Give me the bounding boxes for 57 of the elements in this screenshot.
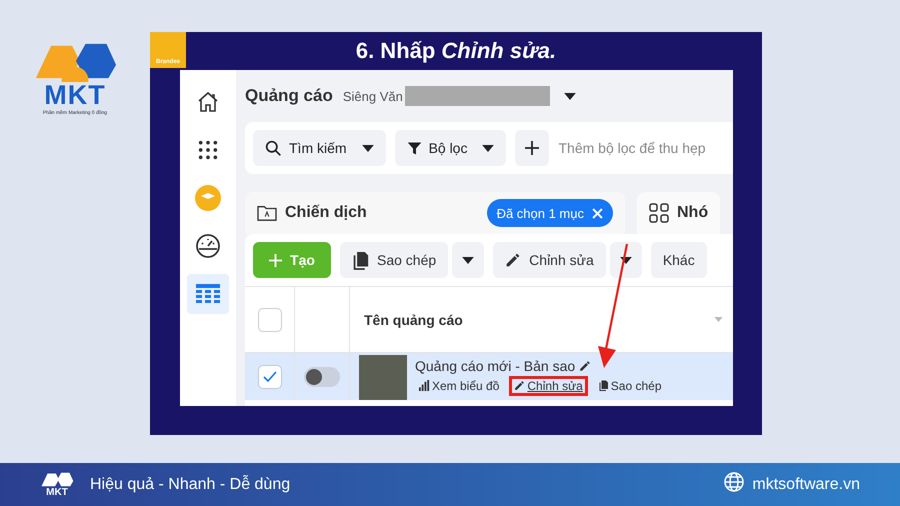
apps-grid-icon bbox=[197, 139, 219, 161]
edit-button[interactable]: Chỉnh sửa bbox=[493, 242, 606, 278]
copy-icon bbox=[352, 250, 369, 270]
account-selector[interactable]: Siêng Văn bbox=[342, 86, 576, 106]
filter-icon bbox=[406, 140, 422, 156]
filter-dropdown[interactable]: Bộ lọc bbox=[394, 130, 506, 166]
folder-icon bbox=[257, 204, 277, 222]
close-icon[interactable] bbox=[592, 208, 603, 218]
slide-title: 6. Nhấp Chỉnh sửa. bbox=[354, 37, 558, 64]
duplicate-button[interactable]: Sao chép bbox=[340, 242, 448, 278]
pencil-icon bbox=[579, 360, 592, 372]
row-checkbox[interactable] bbox=[258, 364, 282, 388]
search-dropdown[interactable]: Tìm kiếm bbox=[253, 130, 386, 166]
footer-logo: MKT bbox=[40, 471, 74, 498]
more-button[interactable]: Khác bbox=[650, 242, 707, 278]
chip-label: Đã chọn 1 mục bbox=[496, 206, 584, 220]
pencil-icon bbox=[505, 252, 522, 268]
toggle-switch[interactable] bbox=[304, 366, 340, 386]
tab-label: Chiến dịch bbox=[285, 204, 367, 222]
bar-chart-icon bbox=[419, 380, 430, 391]
plus-icon bbox=[269, 254, 282, 266]
row-link[interactable]: Sao chép bbox=[594, 376, 666, 394]
copy-icon bbox=[598, 380, 609, 391]
select-all-checkbox[interactable] bbox=[258, 308, 282, 332]
column-header[interactable]: Tên quảng cáo bbox=[364, 312, 463, 328]
sort-caret-icon bbox=[714, 317, 723, 322]
avatar-icon bbox=[195, 185, 221, 211]
website-link[interactable]: mktsoftware.vn bbox=[752, 476, 860, 494]
caret-icon bbox=[564, 92, 576, 100]
caret-icon bbox=[482, 144, 494, 152]
page-title: Quảng cáo bbox=[245, 86, 333, 106]
gauge-icon bbox=[195, 233, 221, 259]
checkmark-icon bbox=[262, 370, 276, 382]
home-icon bbox=[196, 90, 220, 114]
pencil-icon bbox=[514, 380, 526, 391]
filter-input[interactable]: Thêm bộ lọc để thu hẹp bbox=[558, 140, 728, 156]
dropdown-button[interactable] bbox=[452, 242, 484, 278]
four-squares-icon bbox=[649, 203, 669, 223]
logo-text: MKT bbox=[44, 82, 106, 108]
caret-icon bbox=[362, 144, 374, 152]
dropdown-button[interactable] bbox=[610, 242, 642, 278]
selection-chip[interactable]: Đã chọn 1 mục bbox=[486, 199, 613, 227]
table-row[interactable]: Quảng cáo mới - Bản sao Xem biểu đồ Chỉnh sửa Sao chép bbox=[245, 352, 733, 400]
table-icon bbox=[196, 284, 220, 304]
row-link[interactable]: Xem biểu đồ bbox=[415, 376, 504, 394]
level-tab[interactable]: Nhó bbox=[637, 192, 720, 234]
caret-icon bbox=[462, 256, 474, 264]
caret-icon bbox=[620, 256, 632, 264]
add-filter-button[interactable] bbox=[515, 130, 550, 166]
tab-label: Nhó bbox=[677, 204, 708, 222]
ad-name[interactable]: Quảng cáo mới - Bản sao bbox=[415, 358, 576, 374]
level-tab[interactable]: Chiến dịch Đã chọn 1 mục bbox=[245, 192, 625, 234]
photo-placeholder bbox=[359, 355, 407, 400]
plus-icon bbox=[525, 141, 540, 155]
search-icon bbox=[265, 140, 282, 156]
row-link[interactable]: Chỉnh sửa bbox=[509, 376, 588, 396]
slogan: Hiệu quả - Nhanh - Dễ dùng bbox=[90, 476, 290, 494]
